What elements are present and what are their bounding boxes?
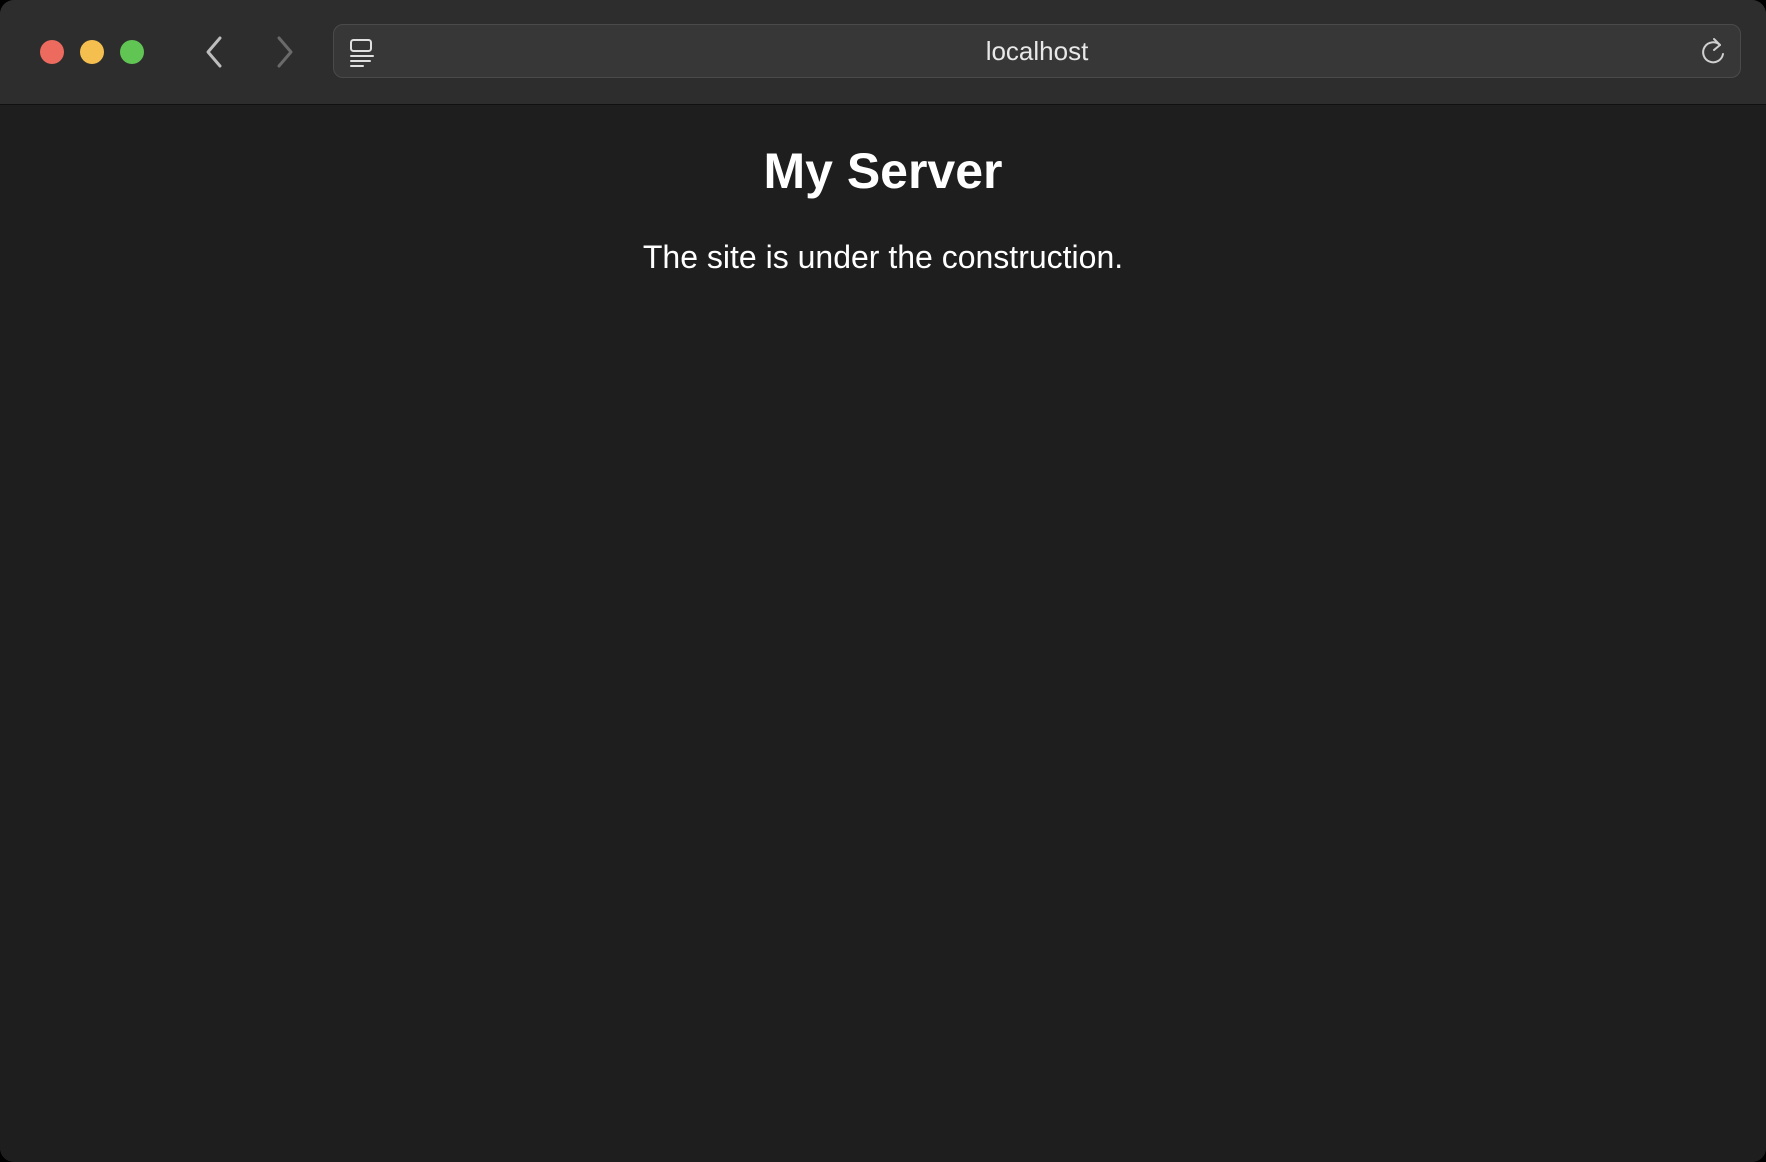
page-content: My Server The site is under the construc… — [0, 105, 1766, 1162]
close-window-button[interactable] — [40, 40, 64, 64]
page-message: The site is under the construction. — [642, 239, 1124, 275]
minimize-window-button[interactable] — [80, 40, 104, 64]
back-button[interactable] — [196, 34, 232, 70]
address-bar[interactable]: localhost — [333, 24, 1741, 78]
chevron-left-icon — [206, 36, 222, 68]
browser-window: localhost My Server The site is under th… — [0, 0, 1766, 1162]
address-text[interactable]: localhost — [334, 25, 1740, 77]
page-title: My Server — [763, 143, 1003, 199]
browser-toolbar: localhost — [0, 0, 1766, 105]
reload-icon[interactable] — [1698, 37, 1728, 67]
chevron-right-icon — [277, 36, 293, 68]
zoom-window-button[interactable] — [120, 40, 144, 64]
forward-button[interactable] — [267, 34, 303, 70]
